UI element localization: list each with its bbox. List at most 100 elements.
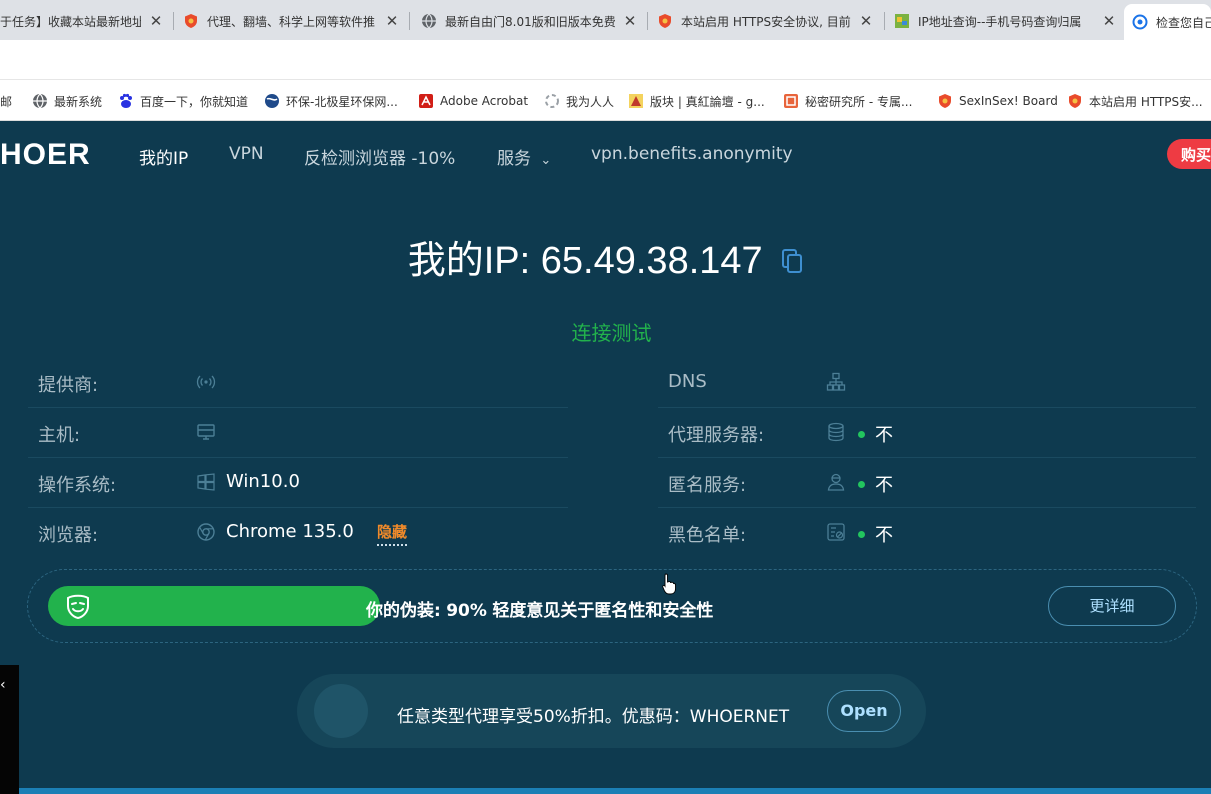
disguise-percent: 90% xyxy=(446,601,487,621)
nav-antidetect-browser[interactable]: 反检测浏览器 -10% xyxy=(304,144,455,169)
more-details-button[interactable]: 更详细 xyxy=(1048,586,1176,626)
info-row-os: 操作系统: Win10.0 xyxy=(28,458,568,508)
disguise-progress-bar xyxy=(48,586,380,626)
copy-icon[interactable] xyxy=(781,241,803,284)
hand-cursor-icon xyxy=(662,573,676,599)
whoer-page: HOER 我的IP VPN 反检测浏览器 -10% 服务 ⌄ vpn.benef… xyxy=(0,121,1211,794)
browser-tab-active[interactable]: 检查您自己 xyxy=(1124,4,1211,40)
row-label: 匿名服务: xyxy=(668,475,747,496)
tab-close-icon[interactable]: ✕ xyxy=(383,12,401,30)
site-nav: HOER 我的IP VPN 反检测浏览器 -10% 服务 ⌄ vpn.benef… xyxy=(0,121,1211,187)
bookmark-item[interactable]: 百度一下，你就知道 xyxy=(118,91,248,111)
row-label: 黑色名单: xyxy=(668,525,747,546)
os-value: Win10.0 xyxy=(226,471,300,492)
nav-services-label: 服务 xyxy=(497,149,531,169)
tab-close-icon[interactable]: ✕ xyxy=(621,12,639,30)
hidden-tag[interactable]: 隐藏 xyxy=(377,521,408,546)
signal-icon xyxy=(196,372,216,392)
connection-test-link[interactable]: 连接测试 xyxy=(0,317,1211,346)
bottom-strip xyxy=(19,788,1211,794)
bookmark-item[interactable]: 秘密研究所 - 专属... xyxy=(783,91,912,111)
ip-label: 我的IP: xyxy=(407,240,531,282)
bookmark-label: 版块 | 真紅論壇 - g... xyxy=(650,94,765,109)
bookmark-item[interactable]: 我为人人 xyxy=(544,91,614,111)
bookmark-label: SexInSex! Board xyxy=(959,94,1058,108)
bookmark-item[interactable]: 邮 xyxy=(0,91,12,111)
mask-icon xyxy=(64,593,92,621)
info-row-proxy: 代理服务器: 不 xyxy=(658,408,1196,458)
status-dot xyxy=(858,431,865,438)
shield-icon xyxy=(937,93,953,109)
tab-close-icon[interactable]: ✕ xyxy=(857,12,875,30)
chrome-icon xyxy=(196,522,216,542)
info-row-blacklist: 黑色名单: 不 xyxy=(658,508,1196,558)
side-widget[interactable]: ‹ xyxy=(0,665,19,794)
row-label: DNS xyxy=(668,371,707,392)
tab-close-icon[interactable]: ✕ xyxy=(1100,12,1118,30)
bookmark-label: 最新系统 xyxy=(54,94,103,109)
bookmark-item[interactable]: 环保-北极星环保网... xyxy=(264,91,398,111)
loading-icon xyxy=(544,93,560,109)
bookmark-label: 百度一下，你就知道 xyxy=(140,94,249,109)
bookmarks-bar: 邮 最新系统 百度一下，你就知道 环保-北极星环保网... Adobe Acro… xyxy=(0,80,1211,121)
info-row-anonymizer: 匿名服务: 不 xyxy=(658,458,1196,508)
browser-tab[interactable]: 最新自由门8.01版和旧版本免费 ✕ xyxy=(421,6,639,36)
browser-toolbar xyxy=(0,40,1211,80)
browser-tab[interactable]: 于任务】收藏本站最新地址 ✕ xyxy=(0,6,165,36)
earth-icon xyxy=(264,93,280,109)
browser-tab-bar: 于任务】收藏本站最新地址 ✕ 代理、翻墙、科学上网等软件推 ✕ 最新自由门8.0… xyxy=(0,0,1211,40)
promo-avatar xyxy=(314,684,368,738)
tab-title: IP地址查询--手机号码查询归属 xyxy=(918,14,1082,29)
row-label: 浏览器: xyxy=(38,525,99,546)
browser-tab[interactable]: IP地址查询--手机号码查询归属 ✕ xyxy=(894,6,1118,36)
nav-vpn[interactable]: VPN xyxy=(229,144,264,164)
bookmark-label: 本站启用 HTTPS安... xyxy=(1089,94,1203,109)
globe-icon xyxy=(421,13,437,29)
bookmark-item[interactable]: Adobe Acrobat xyxy=(418,91,528,111)
blacklist-icon xyxy=(826,522,846,542)
row-value: 不 xyxy=(875,475,893,496)
bookmark-item[interactable]: 最新系统 xyxy=(32,91,102,111)
chevron-left-icon: ‹ xyxy=(0,677,6,693)
nav-vpn-benefits[interactable]: vpn.benefits.anonymity xyxy=(591,144,793,164)
bookmark-item[interactable]: 版块 | 真紅論壇 - g... xyxy=(628,91,765,111)
globe-icon xyxy=(32,93,48,109)
chevron-down-icon: ⌄ xyxy=(540,153,552,168)
row-value: 不 xyxy=(875,425,893,446)
whoer-icon xyxy=(1132,14,1148,30)
bookmark-item[interactable]: SexInSex! Board xyxy=(937,91,1058,111)
status-dot xyxy=(858,481,865,488)
shield-icon xyxy=(657,13,673,29)
nav-my-ip[interactable]: 我的IP xyxy=(139,144,188,169)
browser-tab[interactable]: 本站启用 HTTPS安全协议, 目前 ✕ xyxy=(657,6,875,36)
site-logo[interactable]: HOER xyxy=(0,138,91,172)
tab-close-icon[interactable]: ✕ xyxy=(147,12,165,30)
tab-title: 代理、翻墙、科学上网等软件推 xyxy=(207,14,376,29)
shield-icon xyxy=(1067,93,1083,109)
nav-services[interactable]: 服务 ⌄ xyxy=(497,144,551,169)
disguise-note: 轻度意见关于匿名性和安全性 xyxy=(492,601,714,621)
browser-tab[interactable]: 代理、翻墙、科学上网等软件推 ✕ xyxy=(183,6,401,36)
ip-address: 65.49.38.147 xyxy=(540,240,763,282)
row-value: 不 xyxy=(875,525,893,546)
info-row-browser: 浏览器: Chrome 135.0 隐藏 xyxy=(28,508,568,558)
row-label: 代理服务器: xyxy=(668,425,765,446)
baidu-icon xyxy=(118,93,134,109)
forum-icon xyxy=(628,93,644,109)
page-title: 我的IP: 65.49.38.147 xyxy=(0,229,1211,284)
row-label: 提供商: xyxy=(38,375,99,396)
bookmark-label: 秘密研究所 - 专属... xyxy=(805,94,913,109)
bookmark-item[interactable]: 本站启用 HTTPS安... xyxy=(1067,91,1203,111)
open-button[interactable]: Open xyxy=(827,690,901,732)
database-icon xyxy=(826,422,846,442)
info-row-provider: 提供商: xyxy=(28,358,568,408)
info-row-host: 主机: xyxy=(28,408,568,458)
tab-title: 于任务】收藏本站最新地址 xyxy=(0,14,141,29)
monitor-icon xyxy=(196,422,216,442)
buy-button[interactable]: 购买 xyxy=(1167,139,1211,169)
disguise-summary: 你的伪装: 90% 轻度意见关于匿名性和安全性 xyxy=(366,596,713,621)
bookmark-label: 环保-北极星环保网... xyxy=(286,94,398,109)
disguise-panel: 你的伪装: 90% 轻度意见关于匿名性和安全性 更详细 xyxy=(27,569,1197,643)
bookmark-label: 邮 xyxy=(0,94,13,109)
user-icon xyxy=(826,472,846,492)
